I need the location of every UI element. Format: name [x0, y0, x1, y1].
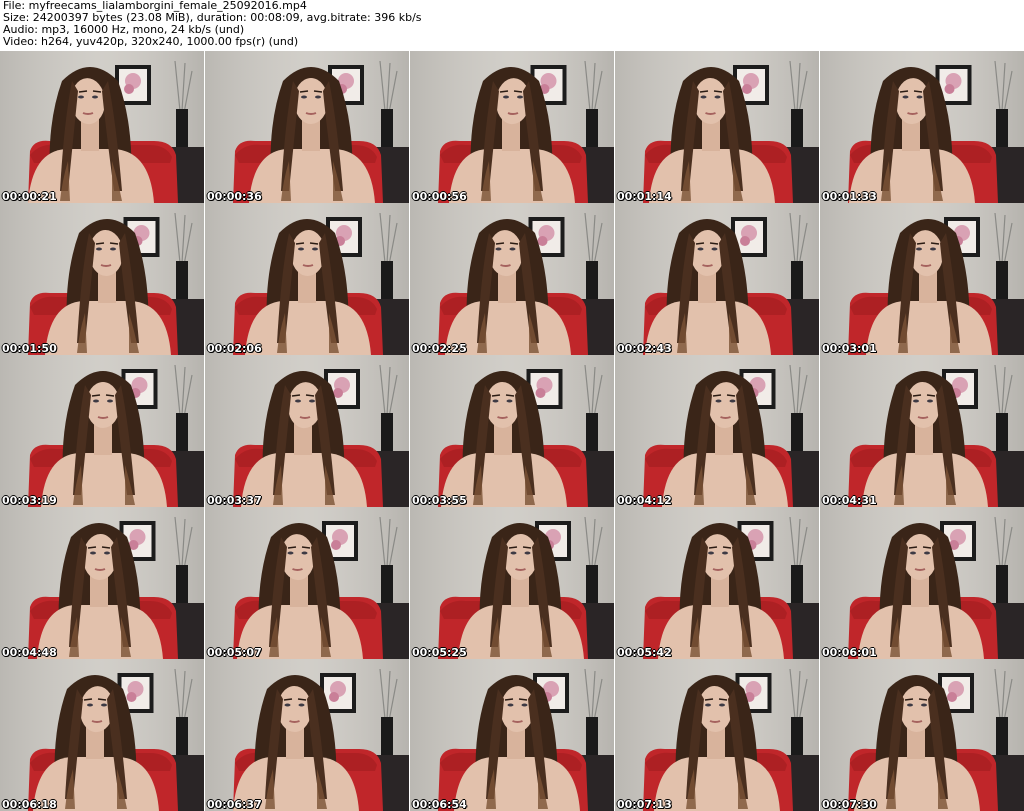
webcam-frame-image: [410, 507, 614, 659]
video-thumbnail: 00:04:12: [615, 355, 819, 507]
video-thumbnail: 00:01:14: [615, 51, 819, 203]
video-thumbnail: 00:02:43: [615, 203, 819, 355]
timestamp-label: 00:03:37: [207, 494, 262, 507]
timestamp-label: 00:07:30: [822, 798, 877, 811]
webcam-frame-image: [0, 51, 204, 203]
video-thumbnail: 00:01:33: [820, 51, 1024, 203]
timestamp-label: 00:01:33: [822, 190, 877, 203]
webcam-frame-image: [0, 659, 204, 811]
webcam-frame-image: [205, 659, 409, 811]
webcam-frame-image: [410, 355, 614, 507]
timestamp-label: 00:04:48: [2, 646, 57, 659]
timestamp-label: 00:06:37: [207, 798, 262, 811]
timestamp-label: 00:06:54: [412, 798, 467, 811]
video-thumbnail: 00:01:50: [0, 203, 204, 355]
timestamp-label: 00:03:55: [412, 494, 467, 507]
webcam-frame-image: [205, 51, 409, 203]
webcam-frame-image: [820, 355, 1024, 507]
video-thumbnail: 00:03:37: [205, 355, 409, 507]
timestamp-label: 00:00:21: [2, 190, 57, 203]
video-thumbnail: 00:04:48: [0, 507, 204, 659]
timestamp-label: 00:04:31: [822, 494, 877, 507]
webcam-frame-image: [820, 507, 1024, 659]
webcam-frame-image: [615, 355, 819, 507]
timestamp-label: 00:04:12: [617, 494, 672, 507]
video-thumbnail: 00:06:18: [0, 659, 204, 811]
video-thumbnail: 00:05:07: [205, 507, 409, 659]
timestamp-label: 00:05:25: [412, 646, 467, 659]
video-thumbnail: 00:05:42: [615, 507, 819, 659]
webcam-frame-image: [0, 507, 204, 659]
webcam-frame-image: [0, 355, 204, 507]
timestamp-label: 00:05:42: [617, 646, 672, 659]
video-thumbnail: 00:00:36: [205, 51, 409, 203]
webcam-frame-image: [615, 659, 819, 811]
video-thumbnail: 00:00:56: [410, 51, 614, 203]
thumbnail-grid: 00:00:21 00:00:36 00:00:56 00:01:14 00:01:33…: [0, 51, 1024, 811]
timestamp-label: 00:02:06: [207, 342, 262, 355]
webcam-frame-image: [410, 51, 614, 203]
video-thumbnail: 00:03:01: [820, 203, 1024, 355]
video-thumbnail: 00:06:37: [205, 659, 409, 811]
webcam-frame-image: [820, 203, 1024, 355]
timestamp-label: 00:00:56: [412, 190, 467, 203]
video-thumbnail: 00:07:30: [820, 659, 1024, 811]
webcam-frame-image: [820, 51, 1024, 203]
webcam-frame-image: [820, 659, 1024, 811]
webcam-frame-image: [615, 203, 819, 355]
video-thumbnail: 00:04:31: [820, 355, 1024, 507]
timestamp-label: 00:06:18: [2, 798, 57, 811]
video-thumbnail: 00:06:01: [820, 507, 1024, 659]
timestamp-label: 00:03:19: [2, 494, 57, 507]
video-thumbnail: 00:02:06: [205, 203, 409, 355]
timestamp-label: 00:06:01: [822, 646, 877, 659]
webcam-frame-image: [410, 203, 614, 355]
video-thumbnail: 00:05:25: [410, 507, 614, 659]
webcam-frame-image: [0, 203, 204, 355]
timestamp-label: 00:01:14: [617, 190, 672, 203]
video-thumbnail: 00:03:55: [410, 355, 614, 507]
webcam-frame-image: [205, 203, 409, 355]
timestamp-label: 00:02:43: [617, 342, 672, 355]
timestamp-label: 00:03:01: [822, 342, 877, 355]
timestamp-label: 00:01:50: [2, 342, 57, 355]
video-thumbnail: 00:06:54: [410, 659, 614, 811]
file-info-header: File: myfreecams_lialamborgini_female_25…: [3, 0, 1021, 48]
video-info-line: Video: h264, yuv420p, 320x240, 1000.00 f…: [3, 35, 299, 48]
timestamp-label: 00:07:13: [617, 798, 672, 811]
video-thumbnail: 00:00:21: [0, 51, 204, 203]
webcam-frame-image: [615, 51, 819, 203]
webcam-frame-image: [205, 507, 409, 659]
video-thumbnail: 00:03:19: [0, 355, 204, 507]
webcam-frame-image: [410, 659, 614, 811]
timestamp-label: 00:05:07: [207, 646, 262, 659]
video-thumbnail: 00:07:13: [615, 659, 819, 811]
timestamp-label: 00:02:25: [412, 342, 467, 355]
video-thumbnail: 00:02:25: [410, 203, 614, 355]
webcam-frame-image: [615, 507, 819, 659]
timestamp-label: 00:00:36: [207, 190, 262, 203]
webcam-frame-image: [205, 355, 409, 507]
